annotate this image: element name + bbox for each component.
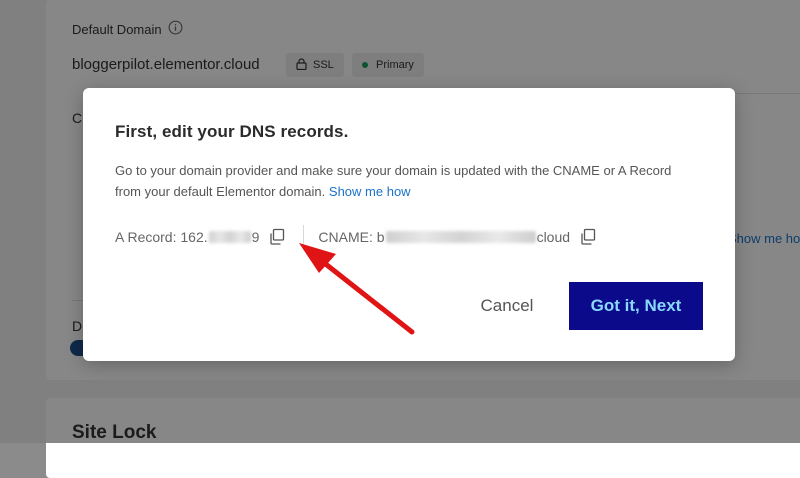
a-record-value-prefix: 162. (180, 229, 208, 245)
redacted-value (385, 231, 536, 243)
cancel-button[interactable]: Cancel (463, 282, 551, 330)
dns-records-modal: First, edit your DNS records. Go to your… (83, 88, 735, 361)
copy-cname-icon[interactable] (578, 227, 598, 247)
cname-record: CNAME: b cloud (318, 227, 598, 247)
a-record-value-suffix: 9 (251, 229, 260, 245)
show-me-how-link[interactable]: Show me how (329, 184, 411, 199)
cname-value-suffix: cloud (536, 229, 571, 245)
got-it-next-button[interactable]: Got it, Next (569, 282, 703, 330)
copy-a-record-icon[interactable] (267, 227, 287, 247)
modal-title: First, edit your DNS records. (115, 122, 349, 141)
cname-value-prefix: b (376, 229, 385, 245)
a-record: A Record: 162. 9 (115, 227, 287, 247)
modal-description: Go to your domain provider and make sure… (115, 160, 695, 202)
a-record-label: A Record: (115, 229, 177, 245)
dns-records-row: A Record: 162. 9 CNAME: b cloud (115, 225, 598, 249)
cname-label: CNAME: (318, 229, 373, 245)
redacted-value (208, 231, 251, 243)
record-separator (303, 225, 305, 249)
